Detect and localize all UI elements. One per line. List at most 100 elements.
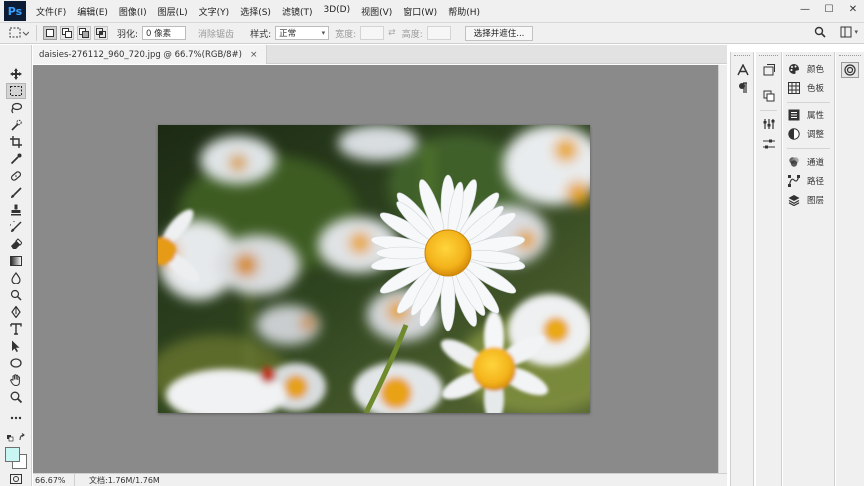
droplet-icon [11, 272, 21, 284]
dock-grip[interactable] [759, 55, 778, 57]
chevron-down-icon[interactable]: ▾ [854, 28, 858, 36]
dodge-tool[interactable] [6, 287, 26, 303]
paragraph-panel-button[interactable] [735, 80, 751, 96]
menu-layer[interactable]: 图层(L) [158, 5, 188, 18]
vertical-scrollbar[interactable] [718, 65, 727, 473]
foreground-color-swatch[interactable] [5, 447, 20, 462]
feather-input[interactable]: 0 像素 [142, 26, 187, 40]
tool-presets-button[interactable] [761, 116, 777, 132]
blur-tool[interactable] [6, 270, 26, 286]
panel-color[interactable]: 颜色 [787, 61, 824, 77]
menu-edit[interactable]: 编辑(E) [77, 5, 108, 18]
panel-adjustments[interactable]: 调整 [787, 126, 824, 142]
width-label: 宽度: [335, 29, 357, 40]
more-dots-icon [10, 416, 22, 420]
panel-channels[interactable]: 通道 [787, 154, 824, 170]
tool-preset-picker[interactable] [8, 25, 30, 41]
edit-toolbar-button[interactable] [6, 410, 26, 426]
clone-stamp-tool[interactable] [6, 202, 26, 218]
rectangular-marquee-tool[interactable] [6, 83, 26, 99]
panel-paths-label: 路径 [807, 177, 825, 187]
hand-tool[interactable] [6, 372, 26, 388]
brush-tool[interactable] [6, 185, 26, 201]
menu-type[interactable]: 文字(Y) [199, 5, 230, 18]
new-selection-button[interactable] [43, 26, 57, 40]
document-tab[interactable]: daisies-276112_960_720.jpg @ 66.7%(RGB/8… [33, 45, 267, 64]
width-input[interactable] [360, 26, 385, 40]
move-tool[interactable] [6, 66, 26, 82]
quick-mask-button[interactable] [6, 473, 26, 485]
gradient-tool[interactable] [6, 253, 26, 269]
panel-properties[interactable]: 属性 [787, 107, 824, 123]
swap-dimensions-icon[interactable]: ⇄ [388, 28, 396, 38]
paragraph-icon [739, 82, 747, 93]
intersect-selection-button[interactable] [94, 26, 108, 40]
gradient-icon [10, 256, 22, 266]
daisies-photo [158, 125, 590, 413]
separator [36, 25, 37, 41]
libraries-icon [844, 64, 856, 76]
workspace-icon[interactable] [840, 26, 852, 38]
panel-swatches[interactable]: 色板 [787, 80, 824, 96]
menu-window[interactable]: 窗口(W) [403, 5, 437, 18]
dock-grip[interactable] [786, 55, 831, 57]
sliders-icon [763, 139, 775, 149]
panel-dock-3: 颜色 色板 属性 调整 通道 路径 图层 [783, 52, 835, 486]
arrow-pointer-icon [12, 340, 20, 352]
style-select[interactable]: 正常 ▾ [275, 26, 330, 40]
divider [787, 148, 830, 149]
eyedropper-tool[interactable] [6, 151, 26, 167]
pen-tool[interactable] [6, 304, 26, 320]
dock-grip[interactable] [839, 55, 861, 57]
adjust-sliders-button[interactable] [761, 136, 777, 152]
canvas-workspace[interactable] [33, 65, 718, 473]
panel-dock-2 [756, 52, 782, 486]
crop-tool[interactable] [6, 134, 26, 150]
menu-filter[interactable]: 滤镜(T) [282, 5, 313, 18]
menu-list: 文件(F) 编辑(E) 图像(I) 图层(L) 文字(Y) 选择(S) 滤镜(T… [36, 5, 491, 18]
add-to-selection-button[interactable] [60, 26, 74, 40]
type-tool[interactable] [6, 321, 26, 337]
close-button[interactable]: ✕ [842, 0, 864, 18]
close-tab-icon[interactable]: × [250, 50, 258, 60]
info-panel-button[interactable] [761, 88, 777, 104]
minimize-button[interactable]: — [794, 0, 816, 18]
color-swap-controls[interactable] [6, 432, 26, 442]
menu-file[interactable]: 文件(F) [36, 5, 66, 18]
shape-tool[interactable] [6, 355, 26, 371]
healing-brush-tool[interactable] [6, 168, 26, 184]
move-icon [10, 68, 22, 80]
maximize-button[interactable]: ☐ [818, 0, 840, 18]
subtract-from-selection-button[interactable] [77, 26, 91, 40]
menu-image[interactable]: 图像(I) [119, 5, 147, 18]
panel-paths[interactable]: 路径 [787, 173, 824, 189]
select-and-mask-button[interactable]: 选择并遮住... [464, 25, 534, 41]
history-panel-button[interactable] [761, 62, 777, 78]
menu-view[interactable]: 视图(V) [361, 5, 392, 18]
path-selection-tool[interactable] [6, 338, 26, 354]
antialias-checkbox[interactable]: 消除锯齿 [198, 27, 234, 40]
panel-layers[interactable]: 图层 [787, 192, 824, 208]
zoom-level-field[interactable]: 66.67% [33, 473, 75, 486]
zoom-tool[interactable] [6, 389, 26, 405]
options-right: ▾ [814, 26, 858, 38]
menu-3d[interactable]: 3D(D) [323, 5, 350, 18]
height-input[interactable] [426, 26, 451, 40]
panel-channels-label: 通道 [807, 158, 825, 168]
search-icon[interactable] [814, 26, 827, 38]
character-panel-button[interactable] [735, 62, 751, 78]
history-brush-tool[interactable] [6, 219, 26, 235]
quick-selection-tool[interactable] [6, 117, 26, 133]
document-size[interactable]: 文档:1.76M/1.76M [89, 475, 160, 486]
libraries-panel-button[interactable] [841, 62, 859, 78]
character-icon [737, 64, 749, 76]
eyedropper-icon [10, 153, 22, 165]
lasso-tool[interactable] [6, 100, 26, 116]
eraser-tool[interactable] [6, 236, 26, 252]
menu-select[interactable]: 选择(S) [240, 5, 271, 18]
menu-help[interactable]: 帮助(H) [448, 5, 480, 18]
eraser-icon [11, 238, 22, 249]
layers-icon [787, 193, 801, 207]
dock-grip[interactable] [734, 55, 750, 57]
document-image[interactable] [158, 125, 590, 413]
